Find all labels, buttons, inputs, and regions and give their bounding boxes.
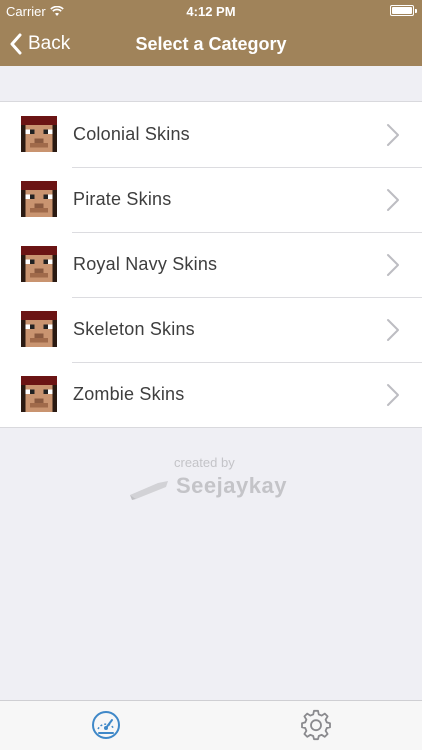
skin-face-icon: [21, 116, 57, 152]
back-label: Back: [28, 33, 71, 54]
chevron-right-icon: [387, 254, 399, 276]
skin-face-icon: [21, 311, 57, 347]
tab-speedometer[interactable]: [90, 709, 122, 741]
category-label: Pirate Skins: [73, 189, 172, 209]
navigation-bar: Back Select a Category: [0, 22, 422, 66]
credit-name: Seejaykay: [176, 473, 287, 498]
category-label: Colonial Skins: [73, 124, 190, 144]
battery-icon: [390, 5, 417, 16]
skin-face-icon: [21, 376, 57, 412]
tab-settings[interactable]: [300, 709, 332, 741]
category-row-colonial[interactable]: Colonial Skins: [0, 102, 422, 167]
status-bar: Carrier 4:12 PM: [0, 0, 422, 22]
category-list: Colonial Skins Pirate Skins Royal Navy S…: [0, 101, 422, 428]
speedometer-icon: [92, 711, 120, 739]
category-row-pirate[interactable]: Pirate Skins: [0, 167, 422, 232]
gear-icon: [301, 709, 331, 741]
category-row-zombie[interactable]: Zombie Skins: [0, 362, 422, 427]
skin-face-icon: [21, 181, 57, 217]
category-label: Skeleton Skins: [73, 319, 195, 339]
brush-logo-icon: [130, 481, 168, 500]
chevron-right-icon: [387, 124, 399, 146]
chevron-left-icon: [10, 33, 22, 55]
category-row-royal-navy[interactable]: Royal Navy Skins: [0, 232, 422, 297]
category-label: Zombie Skins: [73, 384, 185, 404]
back-button[interactable]: Back: [10, 22, 70, 66]
chevron-right-icon: [387, 319, 399, 341]
credit-block: created by Seejaykay: [128, 455, 298, 505]
credit-prefix: created by: [174, 455, 235, 470]
chevron-right-icon: [387, 189, 399, 211]
category-label: Royal Navy Skins: [73, 254, 218, 274]
chevron-right-icon: [387, 384, 399, 406]
category-row-skeleton[interactable]: Skeleton Skins: [0, 297, 422, 362]
skin-face-icon: [21, 246, 57, 282]
status-time: 4:12 PM: [186, 4, 236, 19]
tab-bar: [0, 700, 422, 750]
